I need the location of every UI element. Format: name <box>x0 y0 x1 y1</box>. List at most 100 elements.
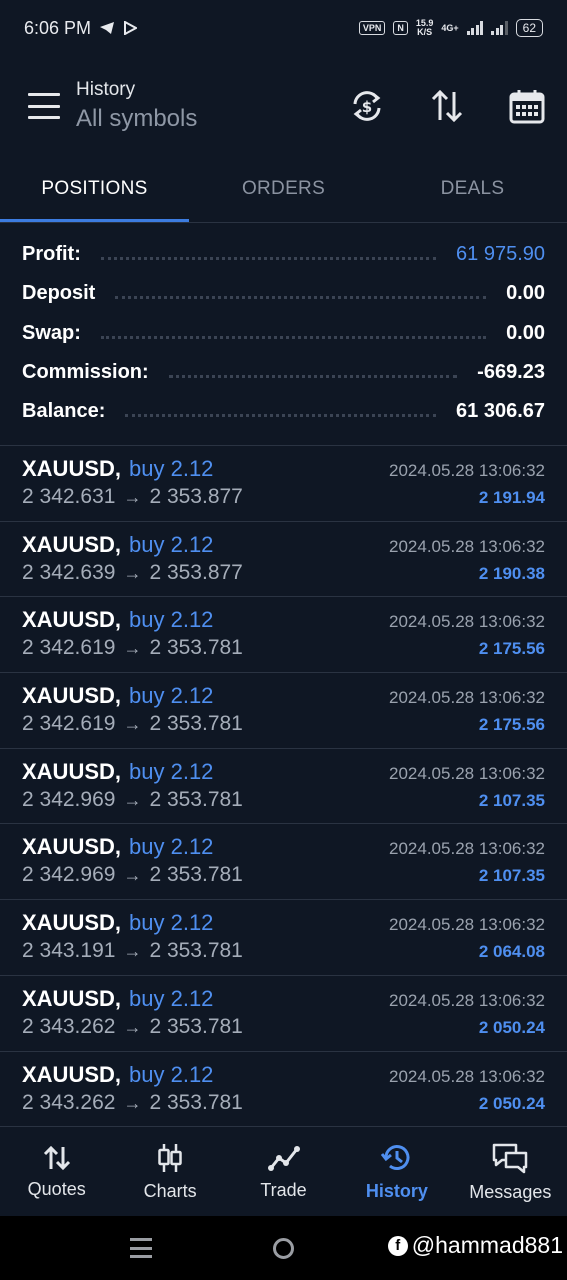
dotted-leader <box>125 414 437 418</box>
currency-swap-icon[interactable]: $ <box>349 88 385 124</box>
deal-symbol: XAUUSD, <box>22 683 122 709</box>
summary-label: Deposit <box>22 282 96 305</box>
bottom-nav: Quotes Charts Trade History Messages <box>0 1128 567 1216</box>
nav-history[interactable]: History <box>340 1128 453 1216</box>
tab-divider <box>0 222 567 223</box>
deal-time: 2024.05.28 13:06:32 <box>389 612 545 632</box>
price-arrow: → <box>123 789 142 810</box>
deal-time: 2024.05.28 13:06:32 <box>389 688 545 708</box>
sort-icon[interactable] <box>429 88 465 124</box>
price-arrow: → <box>123 941 142 962</box>
deal-close-price: 2 353.781 <box>149 712 243 736</box>
summary-row-profit: Profit: 61 975.90 <box>22 235 545 274</box>
deals-list: XAUUSD, buy 2.12 2024.05.28 13:06:32 2 342.… <box>0 446 567 1128</box>
tab-positions[interactable]: POSITIONS <box>0 156 189 222</box>
deal-row[interactable]: XAUUSD, buy 2.12 2024.05.28 13:06:32 2 342.… <box>0 824 567 901</box>
deal-open-price: 2 343.191 <box>22 939 116 963</box>
deal-symbol: XAUUSD, <box>22 607 122 633</box>
deal-open-price: 2 342.619 <box>22 636 116 660</box>
deal-time: 2024.05.28 13:06:32 <box>389 839 545 859</box>
tab-deals[interactable]: DEALS <box>378 156 567 222</box>
dotted-leader <box>168 375 458 379</box>
signal-2-icon <box>491 21 508 35</box>
app-header: History All symbols $ <box>0 56 567 156</box>
nav-label: Quotes <box>27 1178 86 1199</box>
deal-row[interactable]: XAUUSD, buy 2.12 2024.05.28 13:06:32 2 343.… <box>0 976 567 1052</box>
price-arrow: → <box>123 714 142 735</box>
calendar-icon[interactable] <box>509 88 545 124</box>
deal-symbol: XAUUSD, <box>22 758 122 784</box>
nav-label: History <box>365 1180 428 1201</box>
home-icon[interactable] <box>273 1238 294 1259</box>
watermark: f @hammad881 <box>387 1232 563 1259</box>
price-arrow: → <box>123 638 142 659</box>
history-icon <box>380 1144 410 1170</box>
telegram-icon <box>100 22 115 34</box>
summary-value: 61 975.90 <box>456 243 545 266</box>
summary-row-deposit: Deposit 0.00 <box>22 274 545 313</box>
tab-bar: POSITIONS ORDERS DEALS <box>0 156 567 222</box>
deal-type: buy 2.12 <box>129 985 214 1011</box>
summary-row-swap: Swap: 0.00 <box>22 314 545 353</box>
deal-profit: 2 107.35 <box>478 866 545 886</box>
price-arrow: → <box>123 865 142 886</box>
deal-profit: 2 050.24 <box>478 1093 545 1113</box>
summary-label: Balance: <box>22 400 106 423</box>
deal-open-price: 2 342.969 <box>22 863 116 887</box>
network-type: 4G+ <box>441 22 459 33</box>
deal-symbol: XAUUSD, <box>22 531 122 557</box>
play-icon <box>124 21 138 35</box>
summary-value: 0.00 <box>506 282 545 305</box>
svg-text:$: $ <box>362 98 372 116</box>
deal-profit: 2 175.56 <box>478 715 545 735</box>
dotted-leader <box>100 335 487 339</box>
deal-profit: 2 190.38 <box>478 563 545 583</box>
nav-quotes[interactable]: Quotes <box>0 1128 113 1216</box>
deal-type: buy 2.12 <box>129 607 214 633</box>
deal-row[interactable]: XAUUSD, buy 2.12 2024.05.28 13:06:32 2 342.… <box>0 749 567 825</box>
tab-orders[interactable]: ORDERS <box>189 156 378 222</box>
watermark-text: @hammad881 <box>411 1232 563 1258</box>
deal-open-price: 2 342.639 <box>22 560 116 584</box>
deal-open-price: 2 343.262 <box>22 1090 116 1114</box>
deal-row[interactable]: XAUUSD, buy 2.12 2024.05.28 13:06:32 2 342.… <box>0 446 567 522</box>
title-block[interactable]: History All symbols <box>76 79 197 133</box>
dotted-leader <box>115 296 487 300</box>
trade-icon <box>267 1145 300 1171</box>
summary-label: Commission: <box>22 361 149 384</box>
deal-symbol: XAUUSD, <box>22 910 122 936</box>
dotted-leader <box>100 257 437 261</box>
deal-close-price: 2 353.781 <box>149 863 243 887</box>
recent-apps-icon[interactable] <box>130 1238 152 1258</box>
deal-close-price: 2 353.781 <box>149 939 243 963</box>
deal-row[interactable]: XAUUSD, buy 2.12 2024.05.28 13:06:32 2 342.… <box>0 522 567 598</box>
battery-icon: 62 <box>515 19 543 37</box>
nav-charts[interactable]: Charts <box>113 1128 226 1216</box>
deal-row[interactable]: XAUUSD, buy 2.12 2024.05.28 13:06:32 2 343.… <box>0 1052 567 1128</box>
quotes-icon <box>43 1145 70 1170</box>
network-speed: 15.9 K/S <box>415 18 434 37</box>
deal-symbol: XAUUSD, <box>22 1061 122 1087</box>
deal-type: buy 2.12 <box>129 683 214 709</box>
deal-row[interactable]: XAUUSD, buy 2.12 2024.05.28 13:06:32 2 342.… <box>0 673 567 749</box>
deal-type: buy 2.12 <box>129 758 214 784</box>
deal-close-price: 2 353.781 <box>149 1014 243 1038</box>
deal-row[interactable]: XAUUSD, buy 2.12 2024.05.28 13:06:32 2 342.… <box>0 597 567 674</box>
deal-profit: 2 175.56 <box>478 639 545 659</box>
deal-close-price: 2 353.781 <box>149 787 243 811</box>
summary-panel: Profit: 61 975.90 Deposit 0.00 Swap: 0.0… <box>22 235 545 431</box>
summary-value: -669.23 <box>477 361 545 384</box>
nav-messages[interactable]: Messages <box>454 1128 567 1216</box>
deal-profit: 2 064.08 <box>478 942 545 962</box>
system-nav-bar: f @hammad881 <box>0 1216 567 1280</box>
deal-row[interactable]: XAUUSD, buy 2.12 2024.05.28 13:06:32 2 343.… <box>0 900 567 976</box>
status-bar: 6:06 PM VPN N 15.9 K/S 4G+ 62 <box>0 0 567 56</box>
summary-row-balance: Balance: 61 306.67 <box>22 392 545 431</box>
deal-profit: 2 191.94 <box>478 488 545 507</box>
deal-time: 2024.05.28 13:06:32 <box>389 915 545 935</box>
deal-time: 2024.05.28 13:06:32 <box>389 990 545 1010</box>
nav-trade[interactable]: Trade <box>227 1128 340 1216</box>
summary-label: Swap: <box>22 321 81 344</box>
menu-icon[interactable] <box>28 93 60 119</box>
deal-close-price: 2 353.877 <box>149 560 243 584</box>
